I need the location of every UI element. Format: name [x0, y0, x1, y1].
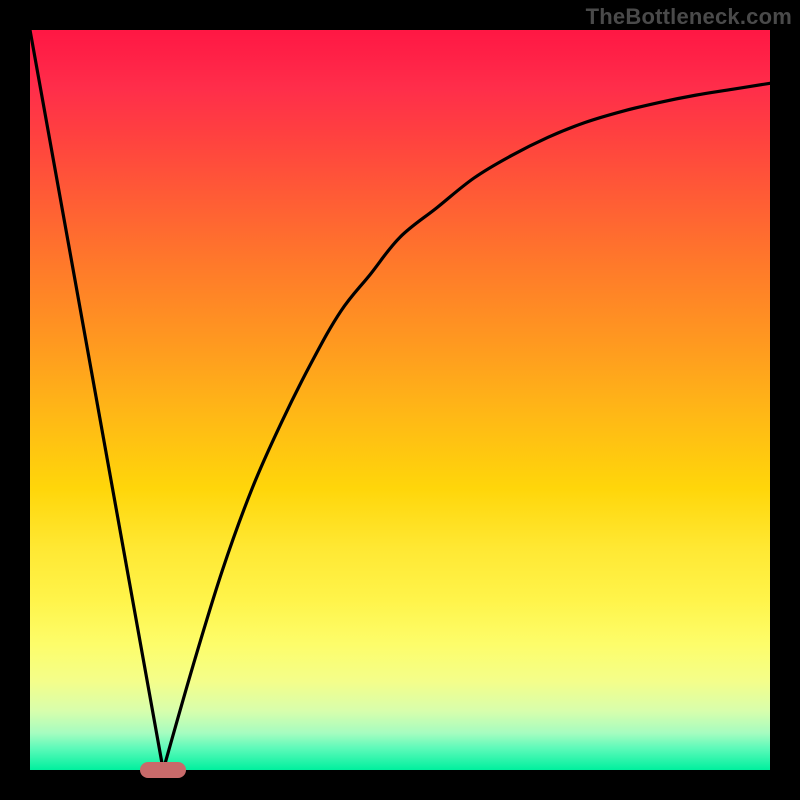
bottleneck-marker: [140, 762, 186, 778]
plot-area: [30, 30, 770, 770]
curve-left: [30, 30, 163, 770]
curve-right: [163, 83, 770, 770]
curve-layer: [30, 30, 770, 770]
chart-frame: TheBottleneck.com: [0, 0, 800, 800]
watermark-text: TheBottleneck.com: [586, 4, 792, 30]
